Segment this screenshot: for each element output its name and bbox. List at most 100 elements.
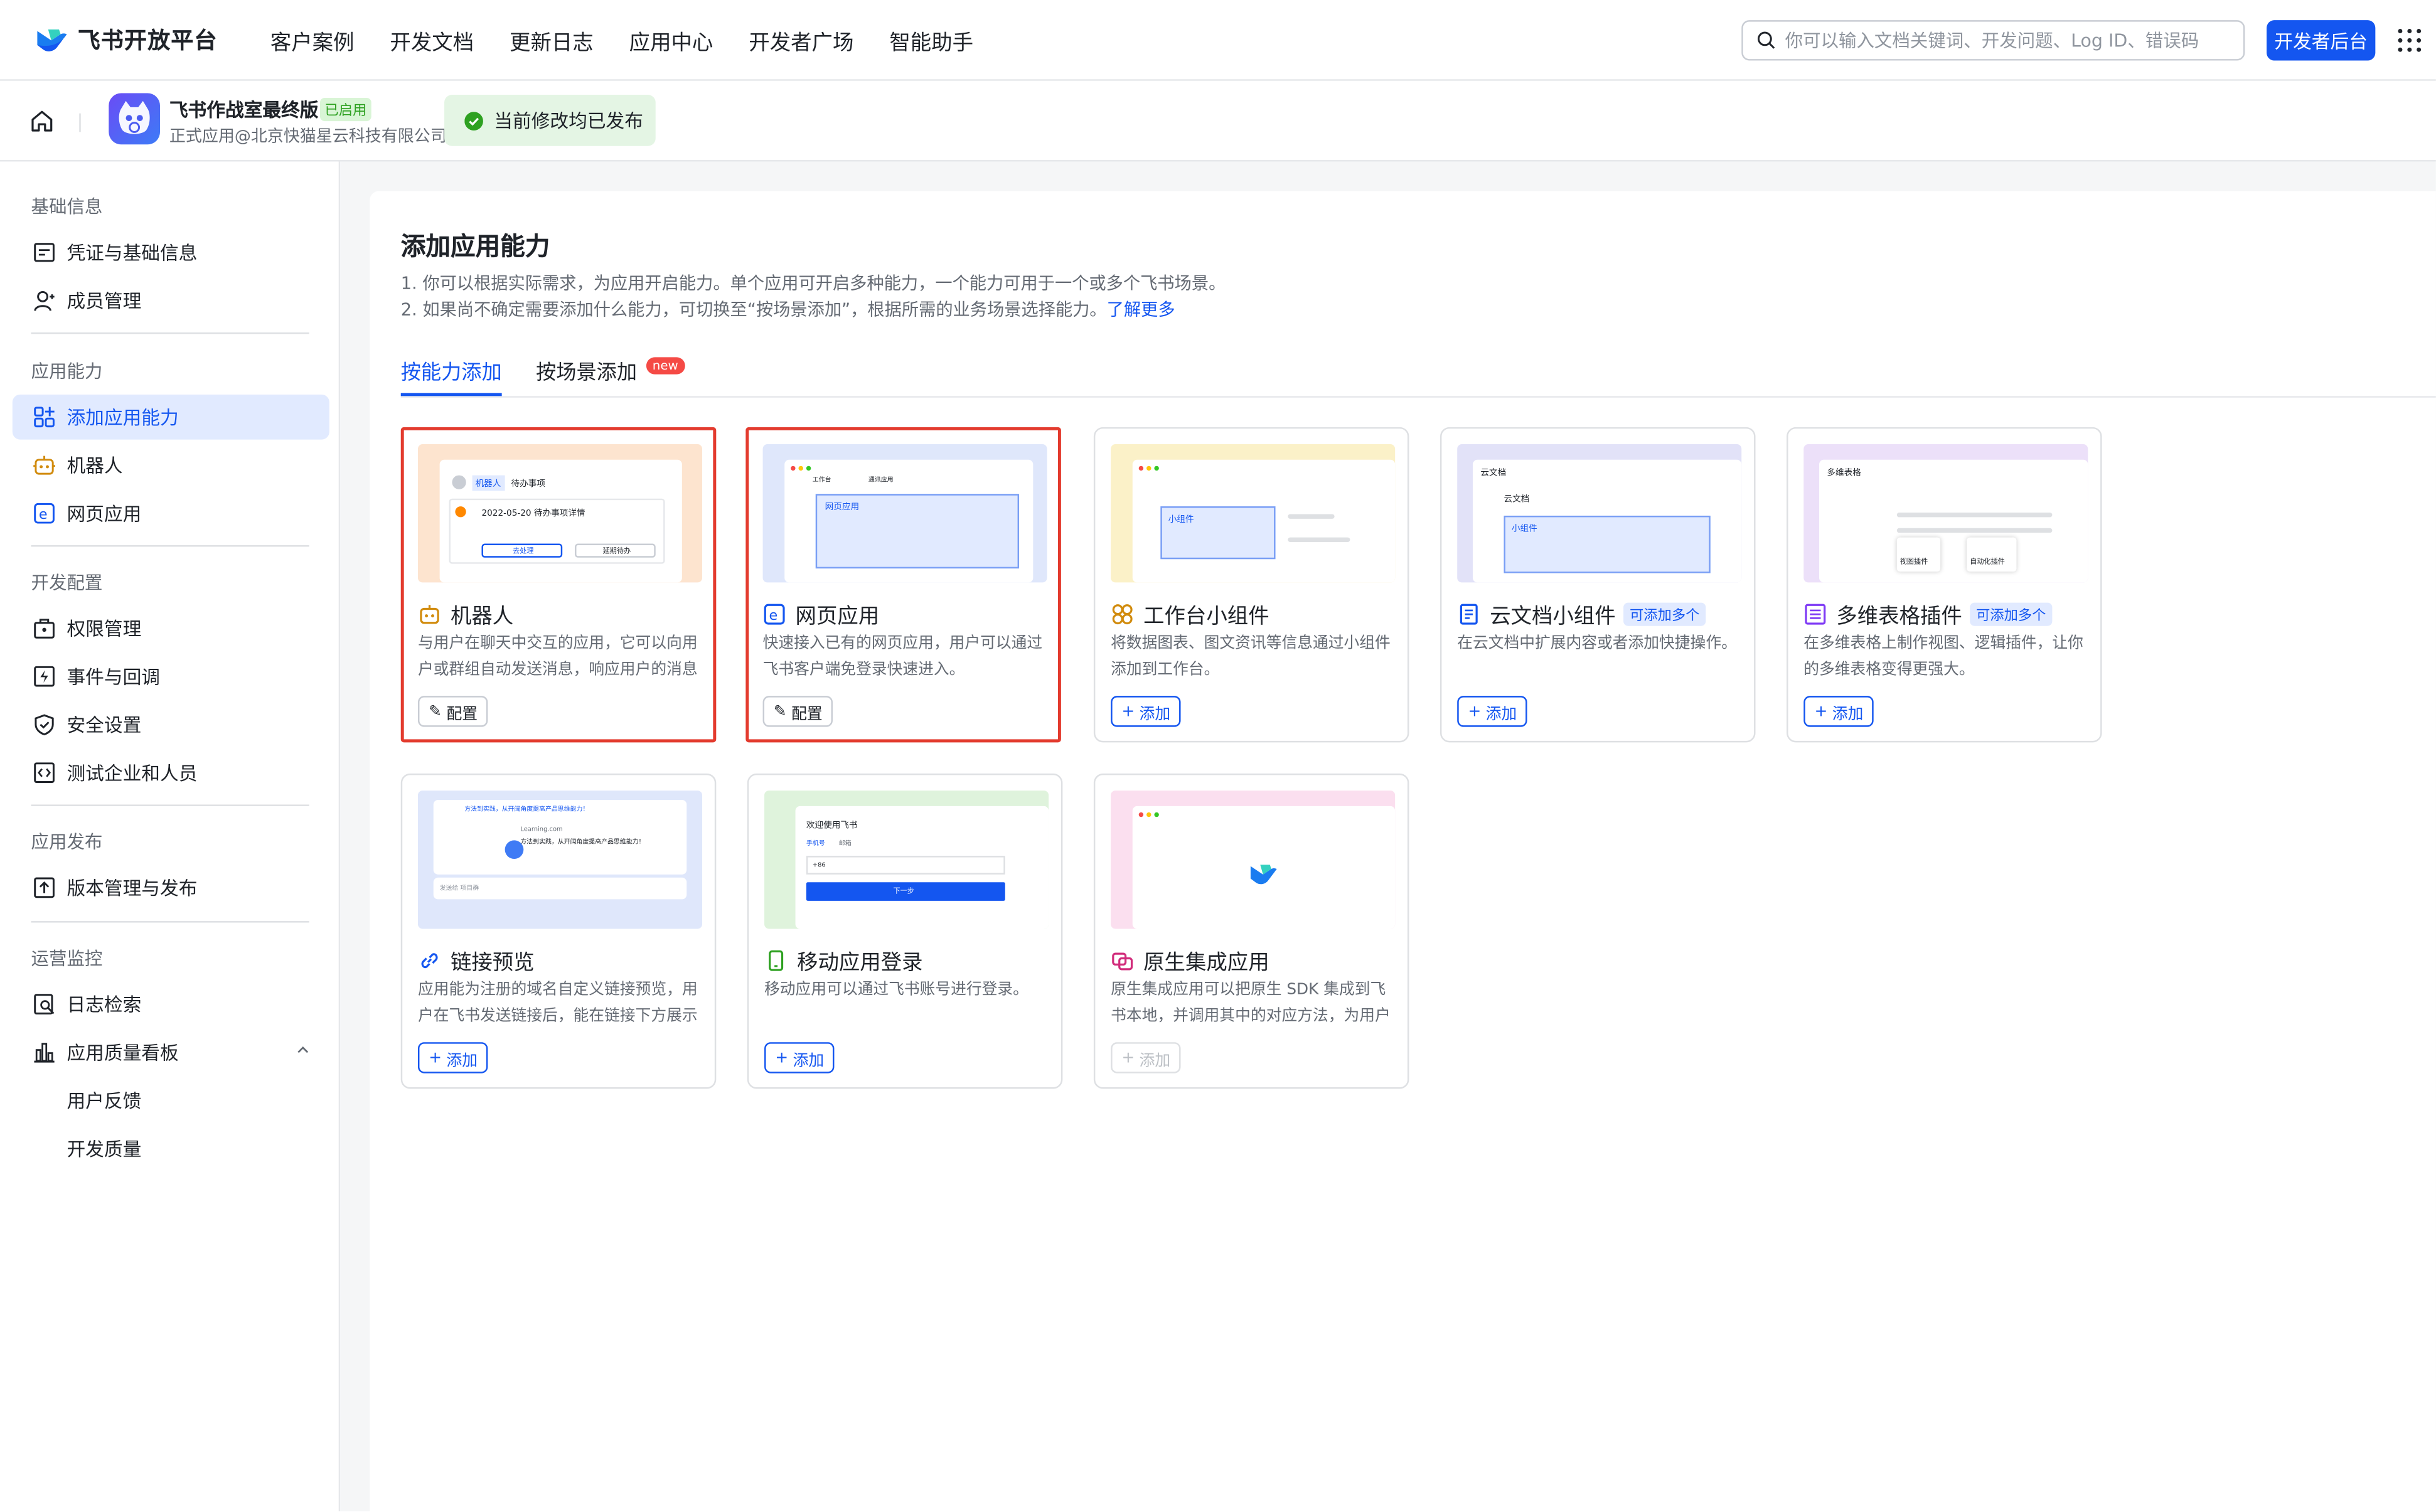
member-icon xyxy=(33,289,56,312)
configure-button[interactable]: ✎ 配置 xyxy=(762,696,833,727)
plus-icon: + xyxy=(1468,703,1482,720)
message-input-mock: 发送给 项目群 xyxy=(433,877,687,900)
sidebar-item-test-tenant[interactable]: 测试企业和人员 xyxy=(13,750,329,796)
learn-more-link[interactable]: 了解更多 xyxy=(1107,300,1175,320)
card-title-text: 原生集成应用 xyxy=(1143,950,1269,976)
upload-icon xyxy=(33,876,56,899)
log-search-icon xyxy=(33,993,56,1016)
web-app-icon: e xyxy=(33,502,56,525)
app-header: 飞书作战室最终版 已启用 正式应用@北京快猫星云科技有限公司 当前修改均已发布 xyxy=(0,81,2436,162)
avatar xyxy=(452,475,466,489)
brand-name: 飞书开放平台 xyxy=(77,29,218,55)
nav-dev-plaza[interactable]: 开发者广场 xyxy=(749,24,853,55)
capability-card-mobile-login: 欢迎使用飞书 手机号 邮箱 +86 下一步 移动应用登录 移动应用可以通过飞书账… xyxy=(747,773,1063,1089)
card-description: 将数据图表、图文资讯等信息通过小组件添加到工作台。 xyxy=(1111,635,1391,678)
sidebar-item-robot[interactable]: 机器人 xyxy=(13,443,329,488)
add-button[interactable]: + 添加 xyxy=(1457,696,1528,727)
sidebar-item-add-capability[interactable]: 添加应用能力 xyxy=(12,394,329,440)
search-box[interactable] xyxy=(1741,20,2245,61)
sidebar-divider xyxy=(31,921,309,923)
add-app-icon xyxy=(33,405,56,429)
sidebar-item-label: 凭证与基础信息 xyxy=(67,242,198,264)
nav-dev-docs[interactable]: 开发文档 xyxy=(390,24,474,55)
native-app-preview xyxy=(1111,791,1396,929)
sidebar-item-credentials[interactable]: 凭证与基础信息 xyxy=(13,230,329,275)
apps-grid-icon[interactable] xyxy=(2397,28,2422,53)
nav-changelog[interactable]: 更新日志 xyxy=(510,24,594,55)
top-navigation: 飞书开放平台 客户案例 开发文档 更新日志 应用中心 开发者广场 智能助手 开发… xyxy=(0,0,2436,81)
test-icon xyxy=(33,761,56,784)
sidebar-item-label: 用户反馈 xyxy=(67,1090,142,1112)
sidebar-item-label: 机器人 xyxy=(67,455,123,477)
add-button[interactable]: + 添加 xyxy=(417,1042,489,1073)
bar-chart-icon xyxy=(33,1041,56,1064)
tab-by-scenario[interactable]: 按场景添加 xyxy=(536,356,637,385)
capability-card-workspace-widget: 小组件 工作台小组件 将数据图表、图文资讯等信息通过小组件添加到工作台。 + 添加 xyxy=(1093,427,1409,743)
search-icon xyxy=(1758,31,1775,49)
configure-button[interactable]: ✎ 配置 xyxy=(417,696,489,727)
publish-status-text: 当前修改均已发布 xyxy=(494,110,643,132)
robot-icon xyxy=(33,454,56,477)
doc-subtitle: 云文档 xyxy=(1504,495,1530,505)
card-title-text: 链接预览 xyxy=(450,950,535,976)
placeholder-line xyxy=(1896,528,2053,533)
nav-app-center[interactable]: 应用中心 xyxy=(629,24,713,55)
sidebar-item-dev-quality[interactable]: 开发质量 xyxy=(13,1126,329,1171)
sidebar-item-label: 添加应用能力 xyxy=(67,407,179,429)
sidebar-group-monitoring: 运营监控 xyxy=(31,947,103,969)
sidebar-group-capabilities: 应用能力 xyxy=(31,360,103,383)
sidebar-item-permissions[interactable]: 权限管理 xyxy=(13,606,329,651)
placeholder-line xyxy=(1896,512,2053,518)
tab-by-capability[interactable]: 按能力添加 xyxy=(401,356,502,385)
link-preview-graphic xyxy=(505,840,524,860)
robot-preview: 机器人 待办事项 2022-05-20 待办事项详情 去处理 延期待办 xyxy=(417,444,703,583)
doc-header: 云文档 xyxy=(1480,469,1507,479)
cat-logo-icon xyxy=(119,100,150,134)
sidebar-item-events[interactable]: 事件与回调 xyxy=(13,654,329,699)
brand[interactable]: 飞书开放平台 xyxy=(34,23,217,56)
sidebar-item-label: 开发质量 xyxy=(67,1138,142,1161)
add-button[interactable]: + 添加 xyxy=(1803,696,1874,727)
card-title-text: 机器人 xyxy=(450,604,514,629)
active-tab-indicator xyxy=(400,393,502,397)
chevron-up-icon[interactable] xyxy=(295,1042,311,1058)
card-title: e 网页应用 xyxy=(763,598,880,629)
sidebar-group-release: 应用发布 xyxy=(31,831,103,853)
sidebar-item-web-app[interactable]: e 网页应用 xyxy=(13,491,329,536)
sidebar-item-user-feedback[interactable]: 用户反馈 xyxy=(13,1078,329,1123)
card-title-text: 网页应用 xyxy=(795,604,880,629)
sidebar-divider xyxy=(31,804,309,806)
page-title: 添加应用能力 xyxy=(400,231,550,261)
sidebar-item-versions[interactable]: 版本管理与发布 xyxy=(13,865,329,910)
search-input[interactable] xyxy=(1785,29,2236,51)
event-icon xyxy=(33,665,56,688)
add-button[interactable]: + 添加 xyxy=(764,1042,835,1073)
sidebar-item-log-search[interactable]: 日志检索 xyxy=(13,982,329,1027)
widget-panel: 小组件 xyxy=(1160,506,1276,560)
button-label: 添加 xyxy=(1832,706,1864,723)
preview-window xyxy=(1132,806,1396,929)
bitable-icon xyxy=(1803,602,1827,625)
nav-ai-assistant[interactable]: 智能助手 xyxy=(889,24,973,55)
card-title: 原生集成应用 xyxy=(1111,944,1269,976)
nav-menu: 客户案例 开发文档 更新日志 应用中心 开发者广场 智能助手 xyxy=(270,24,1009,55)
developer-console-button[interactable]: 开发者后台 xyxy=(2267,20,2376,61)
svg-text:e: e xyxy=(39,506,48,523)
sidebar-item-quality-board[interactable]: 应用质量看板 xyxy=(13,1030,329,1075)
sidebar-item-members[interactable]: 成员管理 xyxy=(13,278,329,323)
card-description: 快速接入已有的网页应用，用户可以通过飞书客户端免登录快速进入。 xyxy=(762,635,1043,678)
doc-widget-panel: 小组件 xyxy=(1504,515,1711,573)
multiple-badge: 可添加多个 xyxy=(1970,602,2053,626)
web-app-panel: 网页应用 xyxy=(815,494,1020,569)
nav-customer-cases[interactable]: 客户案例 xyxy=(270,24,355,55)
plus-icon: + xyxy=(1121,1049,1135,1067)
sidebar-group-basic-info: 基础信息 xyxy=(31,195,103,218)
sidebar-item-security[interactable]: 安全设置 xyxy=(13,702,329,747)
widget-icon xyxy=(1111,602,1134,625)
card-description: 移动应用可以通过飞书账号进行登录。 xyxy=(764,981,1028,999)
divider xyxy=(79,113,81,132)
home-icon[interactable] xyxy=(29,109,55,134)
preview-window: 方法到实践，从开阔角度提高产品思维能力！ Learning.com 方法到实践，… xyxy=(433,799,687,875)
add-button-disabled[interactable]: + 添加 xyxy=(1111,1042,1182,1073)
add-button[interactable]: + 添加 xyxy=(1111,696,1182,727)
